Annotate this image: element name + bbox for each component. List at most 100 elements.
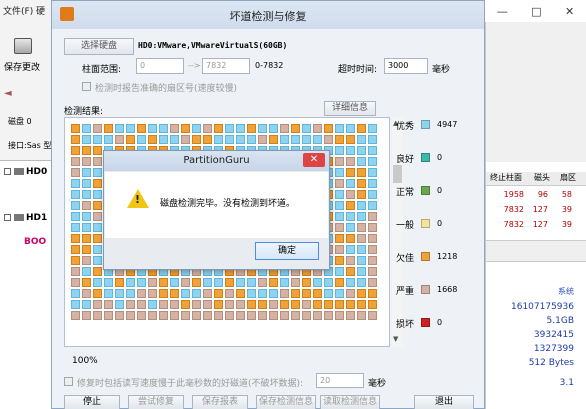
stop-button[interactable]: 停止 xyxy=(64,395,120,409)
expand-icon[interactable] xyxy=(4,214,11,221)
column-sector[interactable]: 扇区 xyxy=(556,172,582,185)
dialog-titlebar[interactable]: 坏道检测与修复 xyxy=(52,1,484,29)
timeout-input[interactable]: 3000 xyxy=(384,58,428,74)
exit-button[interactable]: 退出 xyxy=(414,395,474,409)
sector-cell xyxy=(346,278,355,287)
repair-slow-checkbox[interactable] xyxy=(64,377,73,386)
sector-cell xyxy=(357,234,366,243)
sector-cell xyxy=(269,311,278,320)
sector-cell xyxy=(313,124,322,133)
try-repair-button[interactable]: 尝试修复 xyxy=(128,395,184,409)
sector-cell xyxy=(104,289,113,298)
maximize-button[interactable]: □ xyxy=(531,5,541,18)
tree-item-boot[interactable]: BOO xyxy=(4,237,46,247)
sector-cell xyxy=(214,278,223,287)
sector-cell xyxy=(192,289,201,298)
message-box-title[interactable]: PartitionGuru xyxy=(104,151,329,171)
scrollbar-thumb[interactable] xyxy=(393,165,402,183)
sector-cell xyxy=(346,256,355,265)
legend-swatch xyxy=(421,285,430,294)
sector-cell xyxy=(335,223,344,232)
table-row[interactable]: 1958 96 58 xyxy=(486,190,586,199)
sector-cell xyxy=(203,311,212,320)
back-arrow-icon[interactable]: ◄ xyxy=(4,88,12,99)
sector-cell xyxy=(291,289,300,298)
legend-swatch xyxy=(421,252,430,261)
save-icon[interactable] xyxy=(14,38,32,54)
tree-item-hd1[interactable]: HD1 xyxy=(4,213,47,223)
legend-label: 严重 xyxy=(396,287,415,297)
scroll-down-icon[interactable]: ▼ xyxy=(393,335,398,343)
sector-cell xyxy=(236,135,245,144)
sector-cell xyxy=(357,201,366,210)
sector-cell xyxy=(324,278,333,287)
sector-cell xyxy=(280,300,289,309)
read-detect-info-button[interactable]: 读取检测信息 xyxy=(320,395,380,409)
sector-cell xyxy=(192,300,201,309)
sector-cell xyxy=(302,289,311,298)
message-box-close-button[interactable]: ✕ xyxy=(303,153,325,167)
sector-cell xyxy=(93,135,102,144)
legend-label: 损坏 xyxy=(396,320,415,330)
sector-cell xyxy=(82,179,91,188)
column-head[interactable]: 磁头 xyxy=(530,172,556,185)
save-detect-info-button[interactable]: 保存检测信息 xyxy=(256,395,316,409)
table-row[interactable]: 7832 127 39 xyxy=(486,220,586,229)
sector-cell xyxy=(93,278,102,287)
sector-cell xyxy=(93,168,102,177)
expand-icon[interactable] xyxy=(4,168,11,175)
save-changes-label[interactable]: 保存更改 xyxy=(4,60,40,73)
sector-cell xyxy=(368,124,377,133)
horizontal-scrollbar[interactable] xyxy=(486,240,586,262)
disk-name: HD0:VMware,VMwareVirtualS(60GB) xyxy=(138,41,288,50)
menu-bar[interactable]: 文件(F) 硬 xyxy=(3,4,45,17)
sector-cell xyxy=(225,311,234,320)
warning-mark: ! xyxy=(135,193,141,206)
sector-cell xyxy=(203,300,212,309)
sector-cell xyxy=(126,311,135,320)
sector-cell xyxy=(247,311,256,320)
ok-button[interactable]: 确定 xyxy=(255,242,319,260)
sector-cell xyxy=(269,300,278,309)
sector-cell xyxy=(82,278,91,287)
cylinder-from-input[interactable]: 0 xyxy=(136,58,184,74)
select-disk-button[interactable]: 选择硬盘 xyxy=(64,38,134,55)
sector-cell xyxy=(82,289,91,298)
sector-cell xyxy=(115,311,124,320)
table-row[interactable]: 7832 127 39 xyxy=(486,205,586,214)
repair-threshold-input[interactable]: 20 xyxy=(316,373,364,388)
sector-cell xyxy=(335,267,344,276)
sector-cell xyxy=(225,278,234,287)
cylinder-range-label: 柱面范围: xyxy=(82,65,122,75)
column-end-cylinder[interactable]: 终止柱面 xyxy=(486,172,530,185)
interface-label: 接口:Sas 型 xyxy=(8,141,52,150)
sector-cell xyxy=(137,124,146,133)
sector-cell xyxy=(82,157,91,166)
cylinder-to-input[interactable]: 7832 xyxy=(202,58,250,74)
sector-cell xyxy=(280,135,289,144)
close-window-button[interactable]: ✕ xyxy=(565,5,574,18)
sector-cell xyxy=(368,168,377,177)
sector-cell xyxy=(137,311,146,320)
sector-cell xyxy=(357,267,366,276)
save-report-button[interactable]: 保存报表 xyxy=(192,395,248,409)
minimize-button[interactable]: — xyxy=(497,5,508,18)
sector-cell xyxy=(357,146,366,155)
sector-cell xyxy=(159,289,168,298)
sector-cell xyxy=(335,146,344,155)
sector-cell xyxy=(368,146,377,155)
sector-cell xyxy=(159,135,168,144)
sector-cell xyxy=(368,212,377,221)
sector-cell xyxy=(313,311,322,320)
sector-cell xyxy=(115,289,124,298)
detail-info-button[interactable]: 详细信息 xyxy=(324,101,376,116)
sector-cell xyxy=(104,311,113,320)
sector-cell xyxy=(82,124,91,133)
tree-item-hd0[interactable]: HD0 xyxy=(4,167,47,177)
sector-cell xyxy=(82,223,91,232)
legend-swatch xyxy=(421,219,430,228)
exact-sector-checkbox[interactable] xyxy=(82,82,91,91)
sector-cell xyxy=(291,124,300,133)
sector-cell xyxy=(93,212,102,221)
message-box: PartitionGuru ✕ ! 磁盘检测完毕。没有检测到坏道。 确定 xyxy=(103,150,330,270)
